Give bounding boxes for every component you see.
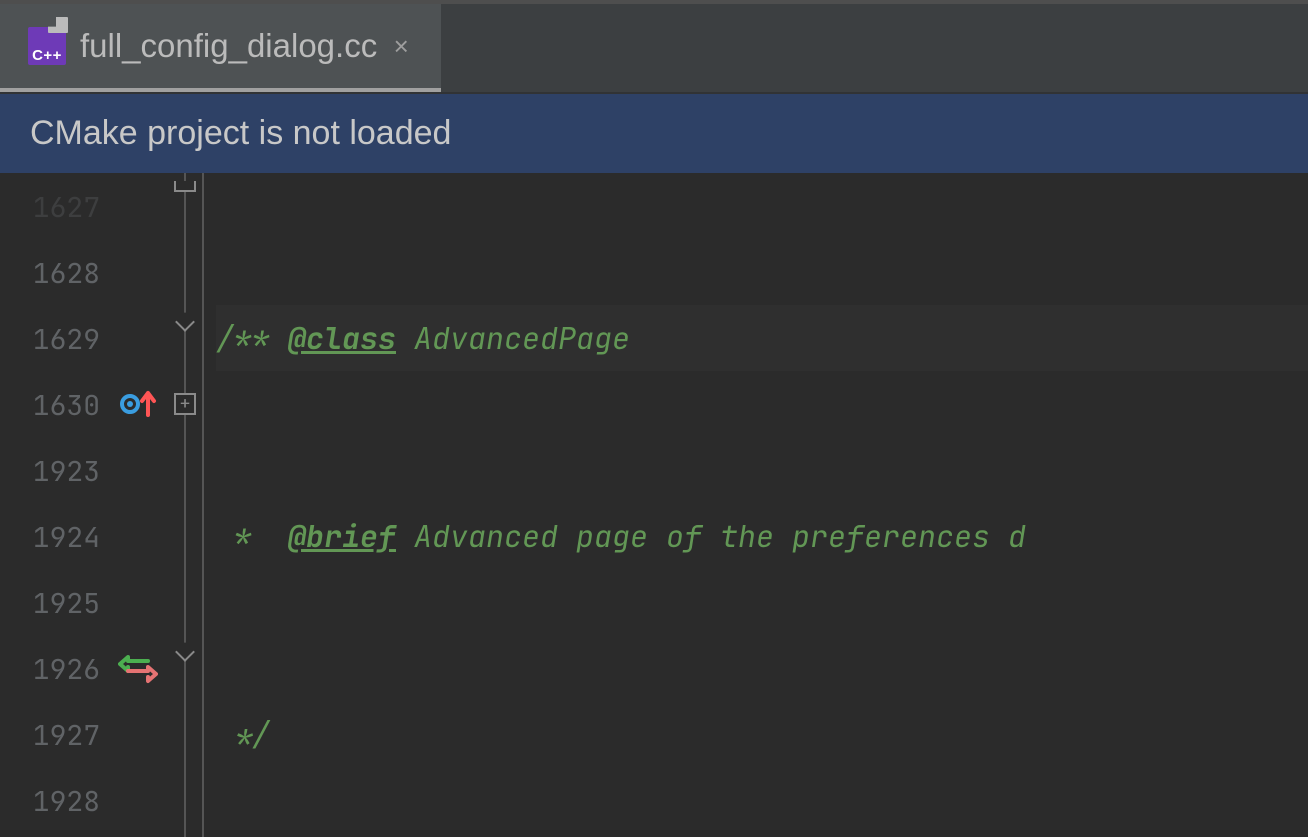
- line-number: 1629: [0, 307, 108, 373]
- line-number: 1924: [0, 505, 108, 571]
- line-number: 1923: [0, 439, 108, 505]
- line-number: 1925: [0, 571, 108, 637]
- code-line[interactable]: /** @class AdvancedPage: [216, 305, 1308, 371]
- line-number: 1630: [0, 373, 108, 439]
- fold-gutter: +: [168, 173, 204, 837]
- line-number: 1927: [0, 703, 108, 769]
- fold-expand-icon[interactable]: +: [174, 393, 196, 415]
- recursive-call-icon[interactable]: [110, 635, 166, 701]
- editor-tab-active[interactable]: C++ full_config_dialog.cc ×: [0, 4, 441, 92]
- notification-banner[interactable]: CMake project is not loaded: [0, 94, 1308, 173]
- fold-collapse-icon[interactable]: [175, 642, 195, 662]
- line-number: 1628: [0, 241, 108, 307]
- cpp-file-icon: C++: [28, 27, 66, 65]
- line-number: 1926: [0, 637, 108, 703]
- gutter-markers: [108, 173, 168, 837]
- notification-text: CMake project is not loaded: [30, 114, 451, 152]
- code-line[interactable]: * @brief Advanced page of the preference…: [216, 503, 1308, 569]
- line-number-gutter: 1627 1628 1629 1630 1923 1924 1925 1926 …: [0, 173, 108, 837]
- fold-collapse-icon[interactable]: [175, 312, 195, 332]
- file-icon-label: C++: [32, 47, 62, 65]
- close-tab-icon[interactable]: ×: [391, 36, 411, 56]
- line-number: 1627: [0, 175, 108, 241]
- tab-filename: full_config_dialog.cc: [80, 27, 377, 65]
- code-editor[interactable]: 1627 1628 1629 1630 1923 1924 1925 1926 …: [0, 173, 1308, 837]
- fold-guide-line: [184, 173, 186, 837]
- fold-region-end-icon[interactable]: [174, 181, 196, 192]
- editor-tab-bar: C++ full_config_dialog.cc ×: [0, 4, 1308, 94]
- code-line[interactable]: */: [216, 701, 1308, 767]
- code-content[interactable]: /** @class AdvancedPage * @brief Advance…: [204, 173, 1308, 837]
- line-number: 1928: [0, 769, 108, 835]
- override-run-marker-icon[interactable]: [110, 371, 166, 437]
